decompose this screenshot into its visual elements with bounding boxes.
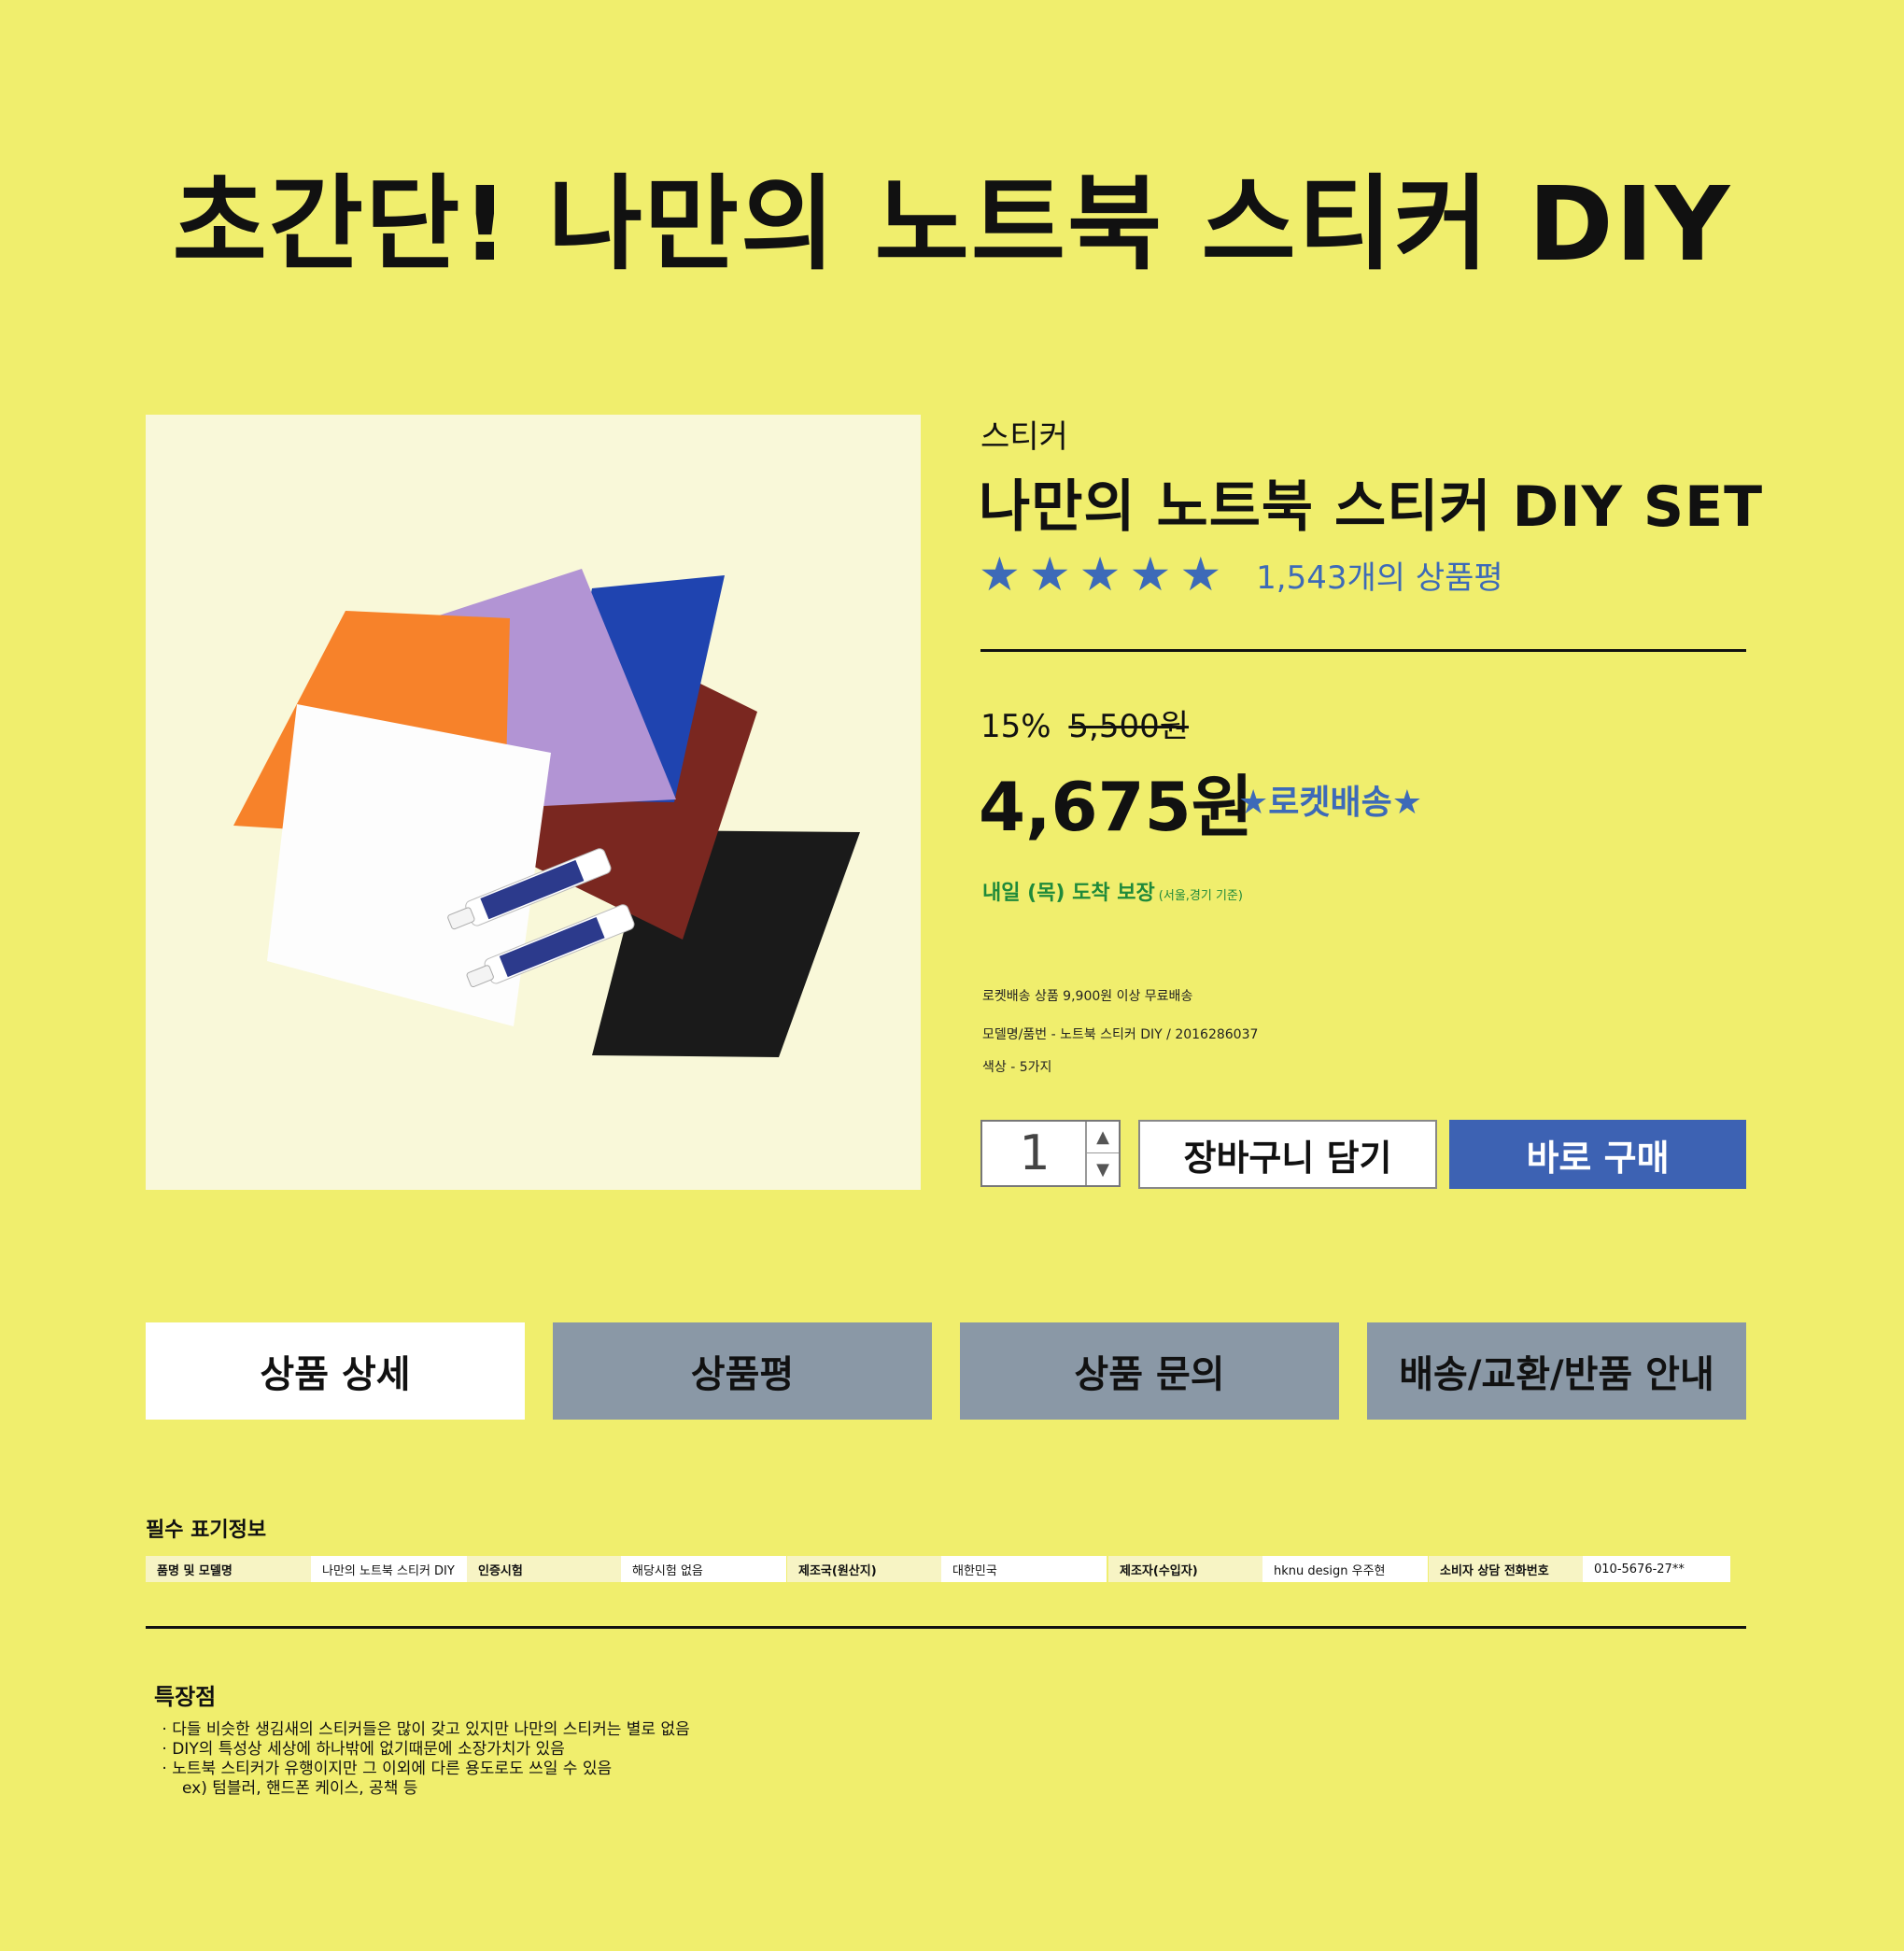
increment-arrow-icon[interactable]: ▲	[1087, 1122, 1119, 1153]
star-icon: ★	[1028, 547, 1071, 601]
tab-product-detail[interactable]: 상품 상세	[146, 1322, 525, 1420]
spec-value: 010-5676-27**	[1583, 1556, 1730, 1582]
feature-item: · 다들 비슷한 생김새의 스티커들은 많이 갖고 있지만 나만의 스티커는 별…	[157, 1720, 690, 1739]
feature-item: · 노트북 스티커가 유행이지만 그 이외에 다른 용도로도 쓰일 수 있음	[157, 1760, 613, 1778]
add-to-cart-button[interactable]: 장바구니 담기	[1138, 1120, 1437, 1189]
star-icon: ★	[979, 547, 1021, 601]
spec-value: 나만의 노트북 스티커 DIY	[311, 1556, 471, 1582]
feature-item: ex) 텀블러, 핸드폰 케이스, 공책 등	[157, 1779, 418, 1798]
spec-item: 제조국(원산지) 대한민국	[787, 1556, 1107, 1582]
product-category: 스티커	[980, 418, 1068, 456]
spec-label: 제조국(원산지)	[787, 1556, 941, 1582]
spec-value: hknu design 우주현	[1262, 1556, 1428, 1582]
spec-label: 제조자(수입자)	[1108, 1556, 1262, 1582]
rocket-delivery-badge: ★로켓배송★	[1238, 784, 1423, 822]
tab-shipping-returns[interactable]: 배송/교환/반품 안내	[1367, 1322, 1746, 1420]
color-info: 색상 - 5가지	[982, 1060, 1052, 1075]
star-icon: ★	[1079, 547, 1121, 601]
required-info-title: 필수 표기정보	[146, 1519, 267, 1542]
sticker-sheets-illustration	[233, 569, 860, 1057]
discount-rate: 15%	[980, 708, 1051, 745]
spec-label: 소비자 상담 전화번호	[1429, 1556, 1583, 1582]
delivery-guarantee: 내일 (목) 도착 보장 (서울,경기 기준)	[982, 876, 1243, 906]
spec-value: 해당시험 없음	[621, 1556, 786, 1582]
feature-item: · DIY의 특성상 세상에 하나밖에 없기때문에 소장가치가 있음	[157, 1740, 565, 1759]
decrement-arrow-icon[interactable]: ▼	[1087, 1153, 1119, 1185]
quantity-arrows: ▲ ▼	[1085, 1122, 1119, 1185]
spec-label: 인증시험	[467, 1556, 621, 1582]
features-list: · 다들 비슷한 생김새의 스티커들은 많이 갖고 있지만 나만의 스티커는 별…	[157, 1720, 690, 1799]
tab-reviews[interactable]: 상품평	[553, 1322, 932, 1420]
delivery-guarantee-text: 내일 (목) 도착 보장	[982, 882, 1155, 905]
spec-label: 품명 및 모델명	[146, 1556, 311, 1582]
divider	[146, 1626, 1746, 1629]
spec-item: 소비자 상담 전화번호 010-5676-27**	[1429, 1556, 1730, 1582]
spec-item: 품명 및 모델명 나만의 노트북 스티커 DIY	[146, 1556, 471, 1582]
buy-now-button[interactable]: 바로 구매	[1449, 1120, 1746, 1189]
product-rating[interactable]: ★ ★ ★ ★ ★ 1,543개의 상품평	[979, 551, 1503, 598]
model-info: 모델명/품번 - 노트북 스티커 DIY / 2016286037	[982, 1027, 1259, 1042]
spec-item: 제조자(수입자) hknu design 우주현	[1108, 1556, 1428, 1582]
tab-inquiry[interactable]: 상품 문의	[960, 1322, 1339, 1420]
divider	[980, 649, 1746, 652]
product-title: 나만의 노트북 스티커 DIY SET	[979, 474, 1764, 540]
quantity-stepper: 1 ▲ ▼	[980, 1120, 1121, 1187]
delivery-region-note: (서울,경기 기준)	[1158, 889, 1243, 903]
sale-price: 4,675원	[979, 768, 1253, 846]
spec-item: 인증시험 해당시험 없음	[467, 1556, 786, 1582]
quantity-input[interactable]: 1	[982, 1122, 1087, 1185]
shipping-info: 로켓배송 상품 9,900원 이상 무료배송	[982, 989, 1193, 1004]
discount-line: 15% 5,500원	[980, 700, 1189, 746]
features-title: 특장점	[154, 1684, 217, 1710]
star-icon: ★	[1129, 547, 1172, 601]
star-icon: ★	[1179, 547, 1222, 601]
product-image	[146, 415, 921, 1190]
spec-value: 대한민국	[941, 1556, 1107, 1582]
banner-title: 초간단! 나만의 노트북 스티커 DIY	[172, 164, 1732, 284]
original-price: 5,500원	[1068, 708, 1190, 745]
review-count-link[interactable]: 1,543개의 상품평	[1256, 552, 1503, 598]
